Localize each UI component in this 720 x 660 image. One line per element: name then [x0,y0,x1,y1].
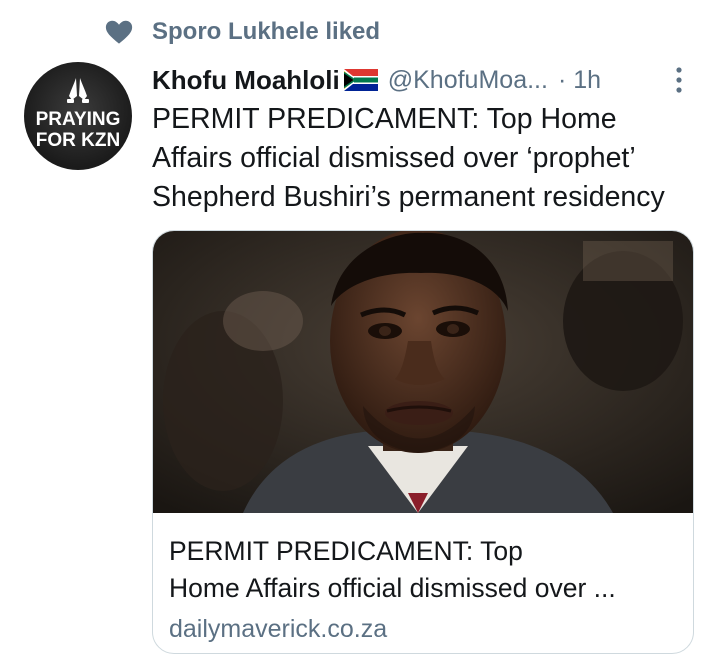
tweet-time[interactable]: · 1h [558,66,601,95]
card-body: PERMIT PREDICAMENT: Top Home Affairs off… [169,533,684,647]
liked-by-text[interactable]: Sporo Lukhele liked [152,18,380,46]
heart-icon [105,20,133,44]
avatar-text-line1: PRAYING [36,109,121,130]
link-card[interactable]: PERMIT PREDICAMENT: Top Home Affairs off… [152,230,694,654]
avatar-text-line2: FOR KZN [36,130,120,151]
social-context: Sporo Lukhele liked [104,12,380,52]
tweet-text: PERMIT PREDICAMENT: Top Home Affairs off… [152,100,712,217]
tweet-header: Khofu Moahloli @KhofuMoa... · 1h [152,60,692,100]
author-name[interactable]: Khofu Moahloli [152,65,340,96]
tweet-text-line: Shepherd Bushiri’s permanent residency [152,181,665,213]
praying-hands-logo: PRAYING FOR KZN [36,78,121,151]
card-title-line: Home Affairs official dismissed over ... [169,573,616,603]
avatar[interactable]: PRAYING FOR KZN [24,62,132,170]
card-image [153,231,693,513]
more-options-icon[interactable] [674,66,684,94]
south-africa-flag-icon [343,69,378,91]
author-handle[interactable]: @KhofuMoa... [388,66,548,95]
card-title-line: PERMIT PREDICAMENT: Top [169,536,523,566]
tweet-text-line: PERMIT PREDICAMENT: Top Home [152,103,617,135]
card-title: PERMIT PREDICAMENT: Top Home Affairs off… [169,533,684,607]
card-domain[interactable]: dailymaverick.co.za [169,611,684,647]
tweet-text-line: Affairs official dismissed over ‘prophet… [152,142,636,174]
